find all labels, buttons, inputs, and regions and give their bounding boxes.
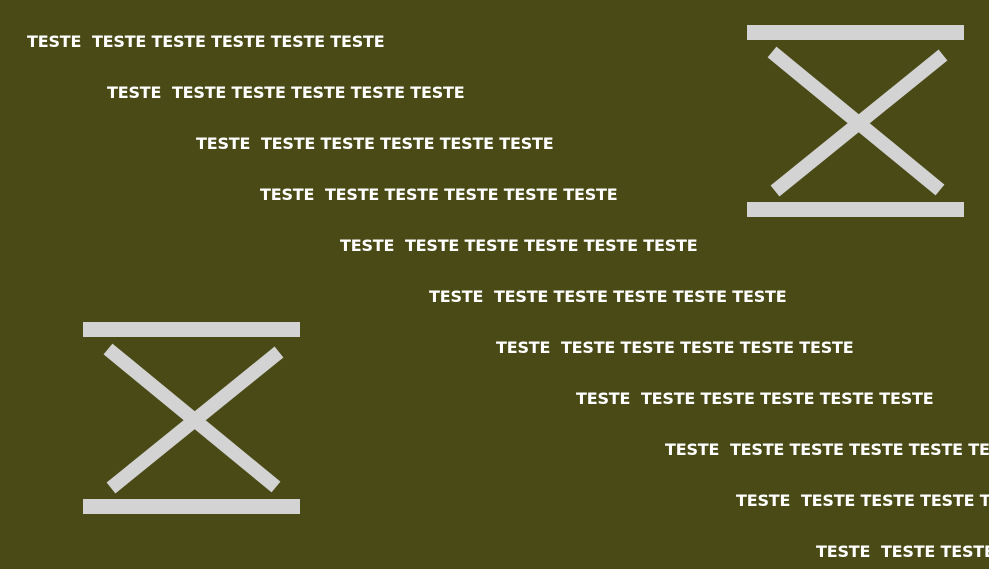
text-line-9: TESTE TESTE TESTE TESTE TESTE TESTE xyxy=(665,440,989,459)
hourglass-x-icon xyxy=(747,25,964,217)
canvas: TESTE TESTE TESTE TESTE TESTE TESTE TEST… xyxy=(0,0,989,569)
text-line-4: TESTE TESTE TESTE TESTE TESTE TESTE xyxy=(260,185,618,204)
text-line-10: TESTE TESTE TESTE TESTE TESTE TESTE xyxy=(736,491,989,510)
mark-bottom-bar xyxy=(83,499,300,514)
mark-top-bar xyxy=(747,25,964,40)
text-line-6: TESTE TESTE TESTE TESTE TESTE TESTE xyxy=(429,287,787,306)
text-line-3: TESTE TESTE TESTE TESTE TESTE TESTE xyxy=(196,134,554,153)
mark-top-bar xyxy=(83,322,300,337)
text-line-2: TESTE TESTE TESTE TESTE TESTE TESTE xyxy=(107,83,465,102)
text-line-5: TESTE TESTE TESTE TESTE TESTE TESTE xyxy=(340,236,698,255)
text-line-8: TESTE TESTE TESTE TESTE TESTE TESTE xyxy=(576,389,934,408)
text-line-7: TESTE TESTE TESTE TESTE TESTE TESTE xyxy=(496,338,854,357)
text-line-11: TESTE TESTE TESTE TESTE TESTE TESTE xyxy=(816,542,989,561)
hourglass-x-icon xyxy=(83,322,300,514)
mark-bottom-bar xyxy=(747,202,964,217)
text-line-1: TESTE TESTE TESTE TESTE TESTE TESTE xyxy=(27,32,385,51)
